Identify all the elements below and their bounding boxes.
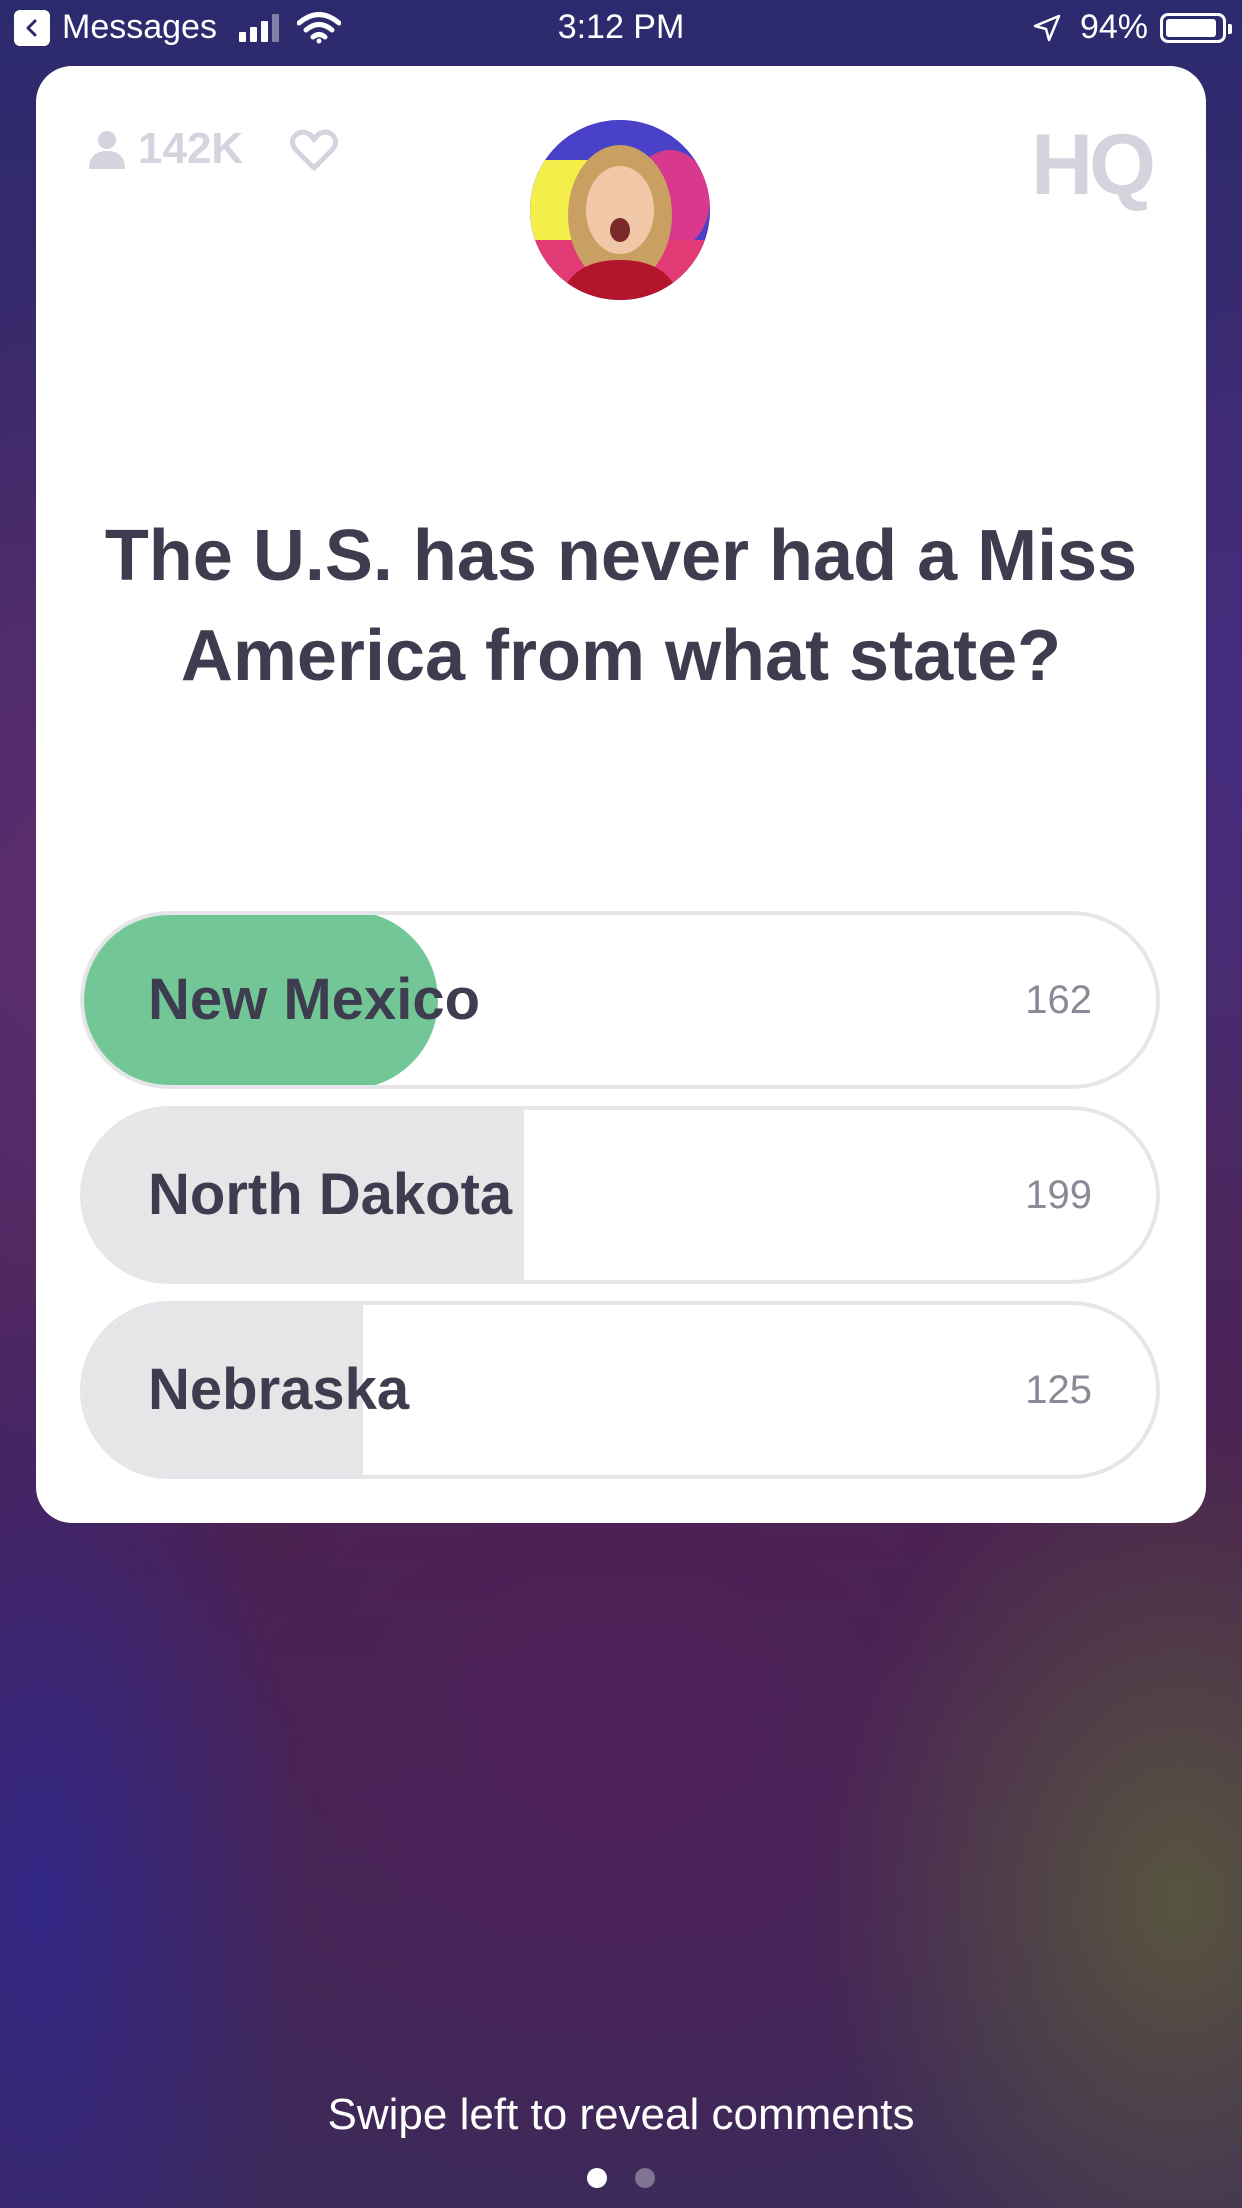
page-dot-active[interactable]	[587, 2168, 607, 2188]
answer-label: New Mexico	[148, 967, 480, 1032]
answer-label: Nebraska	[148, 1357, 410, 1422]
status-bar: Messages 3:12 PM 94%	[0, 0, 1242, 62]
page-dot[interactable]	[635, 2168, 655, 2188]
battery-percent: 94%	[1079, 8, 1148, 46]
answer-option[interactable]: North Dakota 199	[80, 1106, 1160, 1284]
page-indicator[interactable]	[0, 2168, 1242, 2188]
status-right: 94%	[1032, 8, 1232, 47]
location-arrow-icon	[1033, 14, 1061, 41]
question-card: 142K HQ The U.S. has never had a Miss Am…	[36, 66, 1206, 1523]
hq-logo: HQ	[1031, 117, 1156, 213]
battery-icon	[1160, 12, 1232, 43]
answer-option[interactable]: New Mexico 162	[80, 911, 1160, 1089]
battery-fill	[1166, 18, 1217, 37]
answer-count: 125	[1025, 1368, 1092, 1412]
answer-count: 199	[1025, 1173, 1092, 1217]
answer-option[interactable]: Nebraska 125	[80, 1301, 1160, 1479]
host-avatar	[530, 120, 710, 300]
answer-count: 162	[1025, 978, 1092, 1022]
swipe-hint: Swipe left to reveal comments	[327, 2090, 915, 2139]
person-icon	[89, 131, 125, 169]
viewer-count: 142K	[88, 124, 243, 174]
viewer-count-label: 142K	[138, 124, 244, 173]
question-text: The U.S. has never had a Miss America fr…	[104, 516, 1138, 696]
answer-label: North Dakota	[148, 1162, 513, 1227]
heart-icon[interactable]	[290, 128, 338, 172]
